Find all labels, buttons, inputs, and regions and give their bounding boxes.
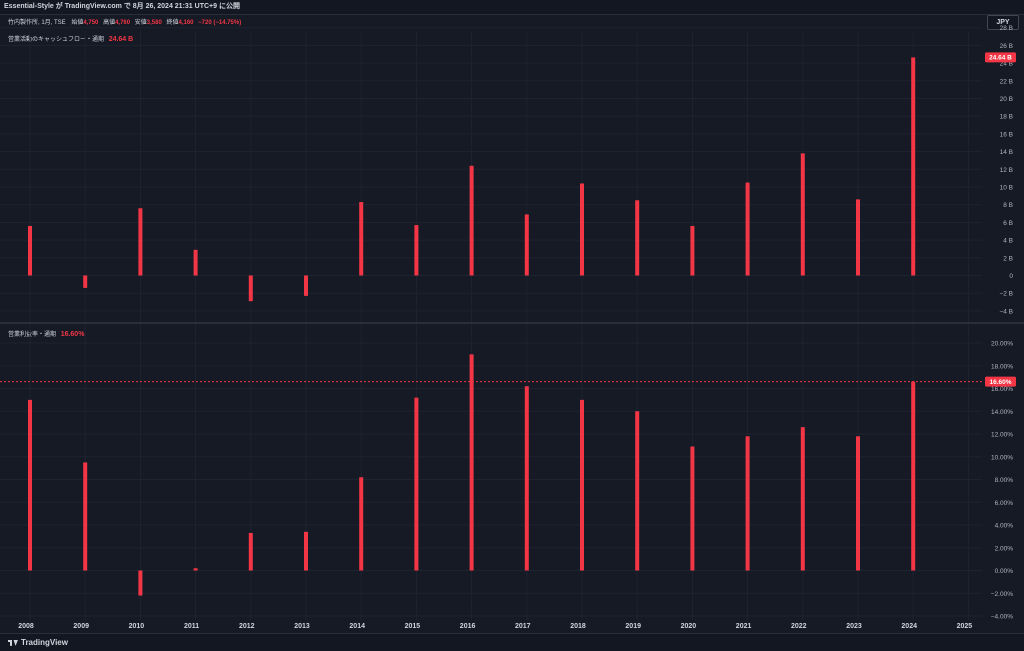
y-tick-label: 2.00% [995,545,1014,552]
y-tick-label: 26 B [1000,43,1013,50]
y-tick-label: 6 B [1003,220,1013,227]
y-tick-label: −4.00% [991,614,1013,621]
data-bar[interactable] [800,427,805,571]
x-tick-label: 2021 [736,623,752,630]
x-tick-label: 2015 [405,623,421,630]
data-bar[interactable] [304,275,308,296]
data-bar[interactable] [359,202,364,276]
y-tick-label: 6.00% [995,500,1014,507]
data-bar[interactable] [911,381,916,571]
data-bar[interactable] [856,199,860,276]
y-tick-label: 22 B [1000,78,1013,85]
data-bar[interactable] [800,153,805,276]
y-tick-label: 14 B [1000,149,1013,156]
y-tick-label: 10.00% [991,454,1013,461]
data-bar[interactable] [856,436,860,571]
data-bar[interactable] [690,225,695,276]
y-tick-label: 12 B [1000,167,1013,174]
data-bar[interactable] [580,183,584,276]
tradingview-logo[interactable]: TradingView [8,638,68,647]
data-bar[interactable] [248,275,253,302]
x-tick-label: 2023 [846,623,862,630]
data-bar[interactable] [690,446,695,571]
data-bar[interactable] [911,57,916,276]
y-tick-label: 0 [1009,273,1013,280]
y-tick-label: 14.00% [991,409,1013,416]
y-tick-label: 12.00% [991,432,1013,439]
x-tick-label: 2014 [349,623,365,630]
x-tick-label: 2022 [791,623,807,630]
data-bar[interactable] [524,386,529,571]
y-tick-label: 28 B [1000,25,1013,32]
data-bar[interactable] [745,182,750,276]
y-tick-label: 18.00% [991,363,1013,370]
x-tick-label: 2008 [18,623,34,630]
data-bar[interactable] [414,397,419,571]
y-tick-label: 8 B [1003,202,1013,209]
y-tick-label: 10 B [1000,185,1013,192]
y-tick-label: −2.00% [991,591,1013,598]
x-tick-label: 2019 [625,623,641,630]
data-bar[interactable] [635,411,640,571]
data-bar[interactable] [28,225,32,276]
y-tick-label: 8.00% [995,477,1014,484]
x-tick-label: 2009 [73,623,89,630]
x-tick-label: 2013 [294,623,310,630]
data-bar[interactable] [635,200,640,276]
y-tick-label: −4 B [999,308,1013,315]
tradingview-logo-icon [8,639,18,646]
y-tick-label: 18 B [1000,114,1013,121]
x-tick-label: 2024 [901,623,917,630]
data-bar[interactable] [83,462,88,571]
x-tick-label: 2020 [681,623,697,630]
data-bar[interactable] [138,570,143,596]
data-bar[interactable] [304,531,308,571]
last-value-badge-label: 16.60% [989,379,1011,386]
data-bar[interactable] [83,275,88,288]
y-tick-label: 4.00% [995,523,1014,530]
x-tick-label: 2016 [460,623,476,630]
data-bar[interactable] [138,208,143,276]
data-bar[interactable] [580,399,584,571]
data-bar[interactable] [469,165,474,276]
data-bar[interactable] [359,477,364,571]
y-tick-label: −2 B [999,291,1013,298]
data-bar[interactable] [193,568,198,571]
logo-text: TradingView [21,638,68,647]
data-bar[interactable] [248,532,253,571]
data-bar[interactable] [414,225,419,276]
chart-canvas[interactable]: −4 B −2 B 0 2 B 4 B 6 B 8 B 10 B 12 B 14 B 16 B 18 … [0,0,1024,632]
y-tick-label: 20 B [1000,96,1013,103]
y-tick-label: 16.00% [991,386,1013,393]
y-tick-label: 0.00% [995,568,1014,575]
data-bar[interactable] [745,436,750,571]
data-bar[interactable] [193,249,198,276]
y-tick-label: 20.00% [991,341,1013,348]
x-tick-label: 2010 [129,623,145,630]
data-bar[interactable] [469,354,474,571]
y-tick-label: 2 B [1003,255,1013,262]
y-tick-label: 16 B [1000,131,1013,138]
x-tick-label: 2011 [184,623,199,630]
last-value-badge-label: 24.64 B [989,55,1012,62]
y-tick-label: 4 B [1003,238,1013,245]
data-bar[interactable] [28,399,32,571]
x-tick-label: 2025 [957,623,973,630]
x-tick-label: 2017 [515,623,531,630]
footer-bar: TradingView [0,633,1024,651]
x-tick-label: 2018 [570,623,586,630]
data-bar[interactable] [524,214,529,276]
x-tick-label: 2012 [239,623,255,630]
